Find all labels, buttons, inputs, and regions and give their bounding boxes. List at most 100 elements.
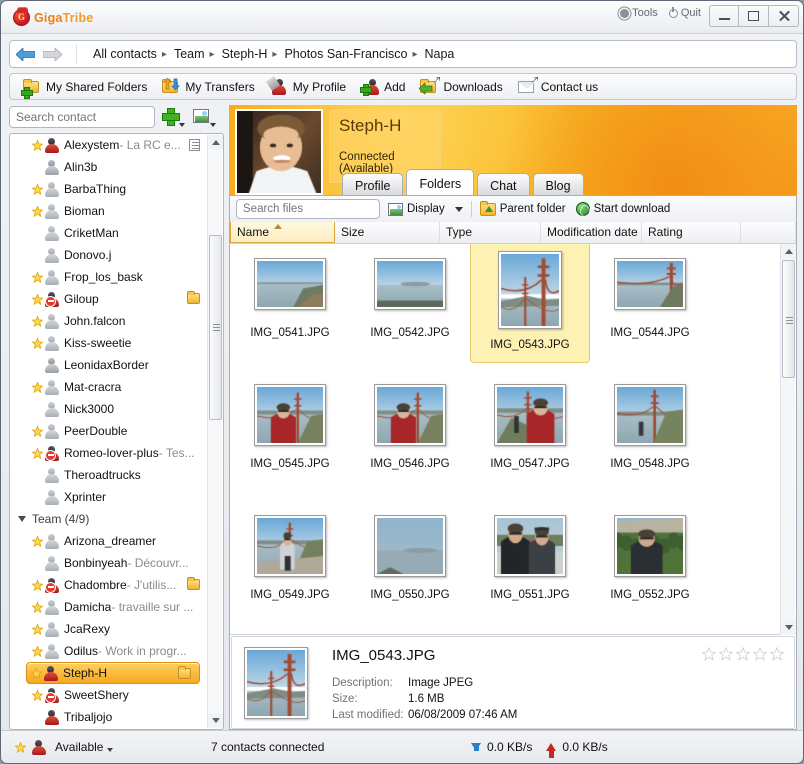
- group-expand-icon[interactable]: [18, 516, 26, 522]
- tab-folders[interactable]: Folders: [406, 169, 474, 195]
- back-button[interactable]: [15, 44, 37, 64]
- tab-profile[interactable]: Profile: [342, 173, 403, 195]
- breadcrumb-item-3[interactable]: Steph-H: [220, 46, 270, 62]
- rating-star-1[interactable]: [702, 647, 716, 664]
- file-item-selected[interactable]: IMG_0543.JPG: [470, 244, 590, 363]
- contact-row[interactable]: Alin3b: [10, 156, 208, 178]
- rating-star-5[interactable]: [770, 647, 784, 664]
- file-item[interactable]: IMG_0552.JPG: [590, 506, 710, 635]
- contact-row[interactable]: Donovo.j: [10, 244, 208, 266]
- favorite-star-icon[interactable]: [32, 272, 43, 283]
- breadcrumb-item-5[interactable]: Napa: [422, 46, 456, 62]
- contact-row[interactable]: Bioman: [10, 200, 208, 222]
- contact-list[interactable]: Alexystem - La RC e...Alin3bBarbaThingBi…: [9, 133, 224, 730]
- contact-group-team[interactable]: Team (4/9): [10, 508, 208, 530]
- favorite-star-icon[interactable]: [32, 316, 43, 327]
- favorite-star-icon[interactable]: [32, 206, 43, 217]
- contact-row[interactable]: John.falcon: [10, 310, 208, 332]
- scrollbar-thumb[interactable]: [209, 235, 222, 420]
- contact-row[interactable]: Damicha - travaille sur ...: [10, 596, 208, 618]
- scroll-up-button[interactable]: [781, 244, 796, 259]
- contact-row[interactable]: JcaRexy: [10, 618, 208, 640]
- file-item[interactable]: IMG_0546.JPG: [350, 375, 470, 506]
- tab-blog[interactable]: Blog: [533, 173, 584, 195]
- file-item[interactable]: IMG_0541.JPG: [230, 244, 350, 375]
- favorite-star-icon[interactable]: [31, 668, 42, 679]
- favorite-star-icon[interactable]: [32, 448, 43, 459]
- contact-row[interactable]: Frop_los_bask: [10, 266, 208, 288]
- my-profile-button[interactable]: My Profile: [263, 76, 352, 98]
- column-header-modification-date[interactable]: Modification date: [541, 222, 642, 243]
- scroll-down-button[interactable]: [781, 620, 796, 635]
- availability-button[interactable]: Available: [15, 740, 113, 755]
- rating-stars[interactable]: [702, 647, 784, 664]
- contact-row[interactable]: Kiss-sweetie: [10, 332, 208, 354]
- contact-row[interactable]: Romeo-lover-plus - Tes...: [10, 442, 208, 464]
- favorite-star-icon[interactable]: [32, 580, 43, 591]
- favorite-star-icon[interactable]: [32, 624, 43, 635]
- file-item[interactable]: IMG_0551.JPG: [470, 506, 590, 635]
- file-item[interactable]: IMG_0547.JPG: [470, 375, 590, 506]
- quit-button[interactable]: Quit: [669, 7, 701, 19]
- my-transfers-button[interactable]: My Transfers: [155, 76, 260, 98]
- column-header-name[interactable]: Name: [230, 222, 335, 243]
- favorite-star-icon[interactable]: [32, 426, 43, 437]
- contact-row[interactable]: Nick3000: [10, 398, 208, 420]
- close-button[interactable]: [769, 5, 799, 27]
- contact-row[interactable]: BarbaThing: [10, 178, 208, 200]
- contact-row[interactable]: Tribaljojo: [10, 706, 208, 728]
- contact-row[interactable]: Arizona_dreamer: [10, 530, 208, 552]
- contact-us-button[interactable]: Contact us: [511, 76, 604, 98]
- favorite-star-icon[interactable]: [32, 140, 43, 151]
- add-contact-button[interactable]: Add: [354, 76, 411, 98]
- display-button[interactable]: Display: [386, 203, 465, 216]
- contact-row[interactable]: Alexystem - La RC e...: [10, 134, 208, 156]
- column-header-rating[interactable]: Rating: [642, 222, 741, 243]
- contact-row[interactable]: Chadombre - J'utilis...: [10, 574, 208, 596]
- file-item[interactable]: IMG_0550.JPG: [350, 506, 470, 635]
- favorite-star-icon[interactable]: [32, 602, 43, 613]
- column-header-size[interactable]: Size: [335, 222, 440, 243]
- favorite-star-icon[interactable]: [32, 184, 43, 195]
- parent-folder-button[interactable]: Parent folder: [478, 203, 568, 216]
- contact-row[interactable]: PeerDouble: [10, 420, 208, 442]
- favorite-star-icon[interactable]: [32, 382, 43, 393]
- favorite-star-icon[interactable]: [32, 536, 43, 547]
- column-header-blank[interactable]: [741, 222, 796, 243]
- contact-row[interactable]: Odilus - Work in progr...: [10, 640, 208, 662]
- contact-row[interactable]: Xprinter: [10, 486, 208, 508]
- downloads-button[interactable]: Downloads: [413, 76, 508, 98]
- forward-button[interactable]: [42, 44, 64, 64]
- search-files-input[interactable]: [236, 199, 380, 219]
- rating-star-2[interactable]: [719, 647, 733, 664]
- favorite-star-icon[interactable]: [32, 646, 43, 657]
- rating-star-3[interactable]: [736, 647, 750, 664]
- my-shared-folders-button[interactable]: My Shared Folders: [16, 76, 153, 98]
- column-header-type[interactable]: Type: [440, 222, 541, 243]
- file-grid[interactable]: IMG_0541.JPGIMG_0542.JPGIMG_0543.JPGIMG_…: [230, 244, 781, 635]
- tools-button[interactable]: Tools: [620, 7, 658, 19]
- contact-row[interactable]: CriketMan: [10, 222, 208, 244]
- minimize-button[interactable]: [709, 5, 739, 27]
- rating-star-4[interactable]: [753, 647, 767, 664]
- file-item[interactable]: IMG_0548.JPG: [590, 375, 710, 506]
- breadcrumb-item-2[interactable]: Team: [172, 46, 207, 62]
- start-download-button[interactable]: Start download: [574, 202, 673, 216]
- breadcrumb-item-4[interactable]: Photos San-Francisco: [282, 46, 409, 62]
- add-contact-dropdown-button[interactable]: [160, 106, 186, 128]
- file-item[interactable]: IMG_0542.JPG: [350, 244, 470, 375]
- file-item[interactable]: IMG_0549.JPG: [230, 506, 350, 635]
- contact-row[interactable]: Theroadtrucks: [10, 464, 208, 486]
- favorite-star-icon[interactable]: [32, 294, 43, 305]
- contact-row[interactable]: LeonidaxBorder: [10, 354, 208, 376]
- search-contact-input[interactable]: [9, 106, 155, 128]
- favorite-star-icon[interactable]: [32, 690, 43, 701]
- contact-row[interactable]: Giloup: [10, 288, 208, 310]
- scroll-up-button[interactable]: [208, 135, 223, 150]
- contact-list-scrollbar[interactable]: [207, 135, 222, 728]
- tab-chat[interactable]: Chat: [477, 173, 529, 195]
- scroll-down-button[interactable]: [208, 713, 223, 728]
- contact-row[interactable]: SweetShery: [10, 684, 208, 706]
- file-grid-scrollbar[interactable]: [780, 244, 795, 635]
- contact-row-selected[interactable]: Steph-H: [26, 662, 200, 684]
